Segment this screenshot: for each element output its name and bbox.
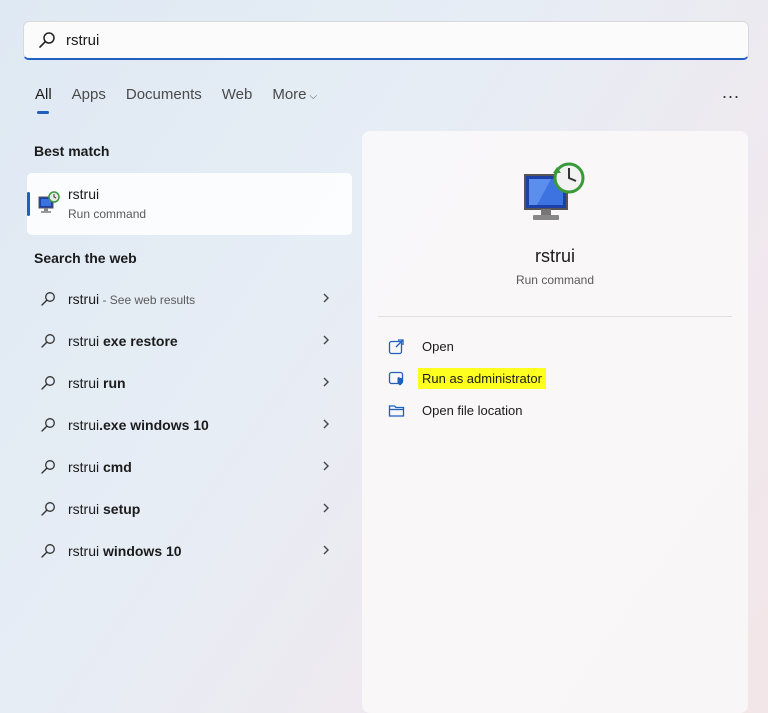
details-subtitle: Run command <box>515 273 595 287</box>
web-result-item[interactable]: rstrui windows 10 <box>40 539 340 563</box>
web-result-text: rstrui cmd <box>68 459 132 475</box>
web-result-suggestion: run <box>103 375 126 391</box>
chevron-right-icon <box>323 545 329 555</box>
system-restore-large-icon <box>524 162 585 220</box>
web-result-hint: - See web results <box>99 293 196 307</box>
web-result-suggestion: .exe windows 10 <box>99 417 209 433</box>
web-result-text: rstrui.exe windows 10 <box>68 417 209 433</box>
search-input[interactable]: rstrui <box>66 32 99 49</box>
web-result-query: rstrui <box>68 417 100 433</box>
system-restore-icon <box>38 191 60 213</box>
selection-indicator <box>27 192 30 216</box>
run-as-admin-action[interactable]: Run as administrator <box>388 366 546 390</box>
tab-apps[interactable]: Apps <box>72 86 106 103</box>
web-result-item[interactable]: rstrui run <box>40 371 340 395</box>
web-result-item[interactable]: rstrui exe restore <box>40 329 340 353</box>
web-result-text: rstrui windows 10 <box>68 543 182 559</box>
open-external-icon <box>388 338 404 354</box>
web-result-suggestion: exe restore <box>103 333 178 349</box>
search-web-heading: Search the web <box>34 250 137 266</box>
web-result-query: rstrui <box>68 291 100 307</box>
web-result-query: rstrui <box>68 333 103 349</box>
chevron-right-icon <box>323 461 329 471</box>
tab-more-label: More <box>272 86 307 103</box>
chevron-right-icon <box>323 293 329 303</box>
details-name: rstrui <box>535 246 575 266</box>
web-result-query: rstrui <box>68 543 103 559</box>
web-result-text: rstrui run <box>68 375 126 391</box>
open-action[interactable]: Open <box>388 334 458 358</box>
web-result-text: rstrui - See web results <box>68 291 195 307</box>
web-result-suggestion: setup <box>103 501 141 517</box>
shield-admin-icon <box>388 371 404 385</box>
web-result-suggestion: windows 10 <box>103 543 182 559</box>
web-result-query: rstrui <box>68 459 103 475</box>
folder-icon <box>388 404 405 417</box>
open-file-location-action[interactable]: Open file location <box>388 398 526 422</box>
search-icon <box>41 544 55 558</box>
search-box[interactable]: rstrui <box>23 21 749 60</box>
web-result-item[interactable]: rstrui - See web results <box>40 287 340 311</box>
best-match-subtitle: Run command <box>68 207 147 221</box>
best-match-heading: Best match <box>34 143 110 159</box>
divider <box>378 316 732 317</box>
web-result-item[interactable]: rstrui.exe windows 10 <box>40 413 340 437</box>
chevron-right-icon <box>323 377 329 387</box>
open-file-location-label: Open file location <box>422 402 523 418</box>
chevron-right-icon <box>323 419 329 429</box>
open-label: Open <box>422 338 454 354</box>
tab-web[interactable]: Web <box>222 86 253 103</box>
web-result-item[interactable]: rstrui setup <box>40 497 340 521</box>
chevron-right-icon <box>323 503 329 513</box>
web-result-query: rstrui <box>68 501 103 517</box>
tab-more[interactable]: More ⌵ <box>272 86 317 103</box>
chevron-right-icon <box>323 335 329 345</box>
filter-tabs: All Apps Documents Web More ⌵ <box>35 86 337 114</box>
web-result-item[interactable]: rstrui cmd <box>40 455 340 479</box>
web-result-text: rstrui setup <box>68 501 140 517</box>
search-icon <box>39 32 55 48</box>
search-icon <box>41 376 55 390</box>
details-pane: rstrui Run command Open Run as administr… <box>362 131 748 713</box>
tab-documents[interactable]: Documents <box>126 86 202 103</box>
best-match-name: rstrui <box>68 186 100 202</box>
web-result-text: rstrui exe restore <box>68 333 178 349</box>
search-icon <box>41 460 55 474</box>
best-match-item[interactable]: rstrui Run command <box>27 173 352 235</box>
search-icon <box>41 292 55 306</box>
search-icon <box>41 418 55 432</box>
search-icon <box>41 334 55 348</box>
tab-all[interactable]: All <box>35 86 52 114</box>
more-options-button[interactable]: ... <box>722 82 740 103</box>
web-result-suggestion: cmd <box>103 459 132 475</box>
run-as-admin-label: Run as administrator <box>418 367 546 389</box>
web-result-query: rstrui <box>68 375 103 391</box>
search-icon <box>41 502 55 516</box>
chevron-down-icon: ⌵ <box>309 91 318 102</box>
